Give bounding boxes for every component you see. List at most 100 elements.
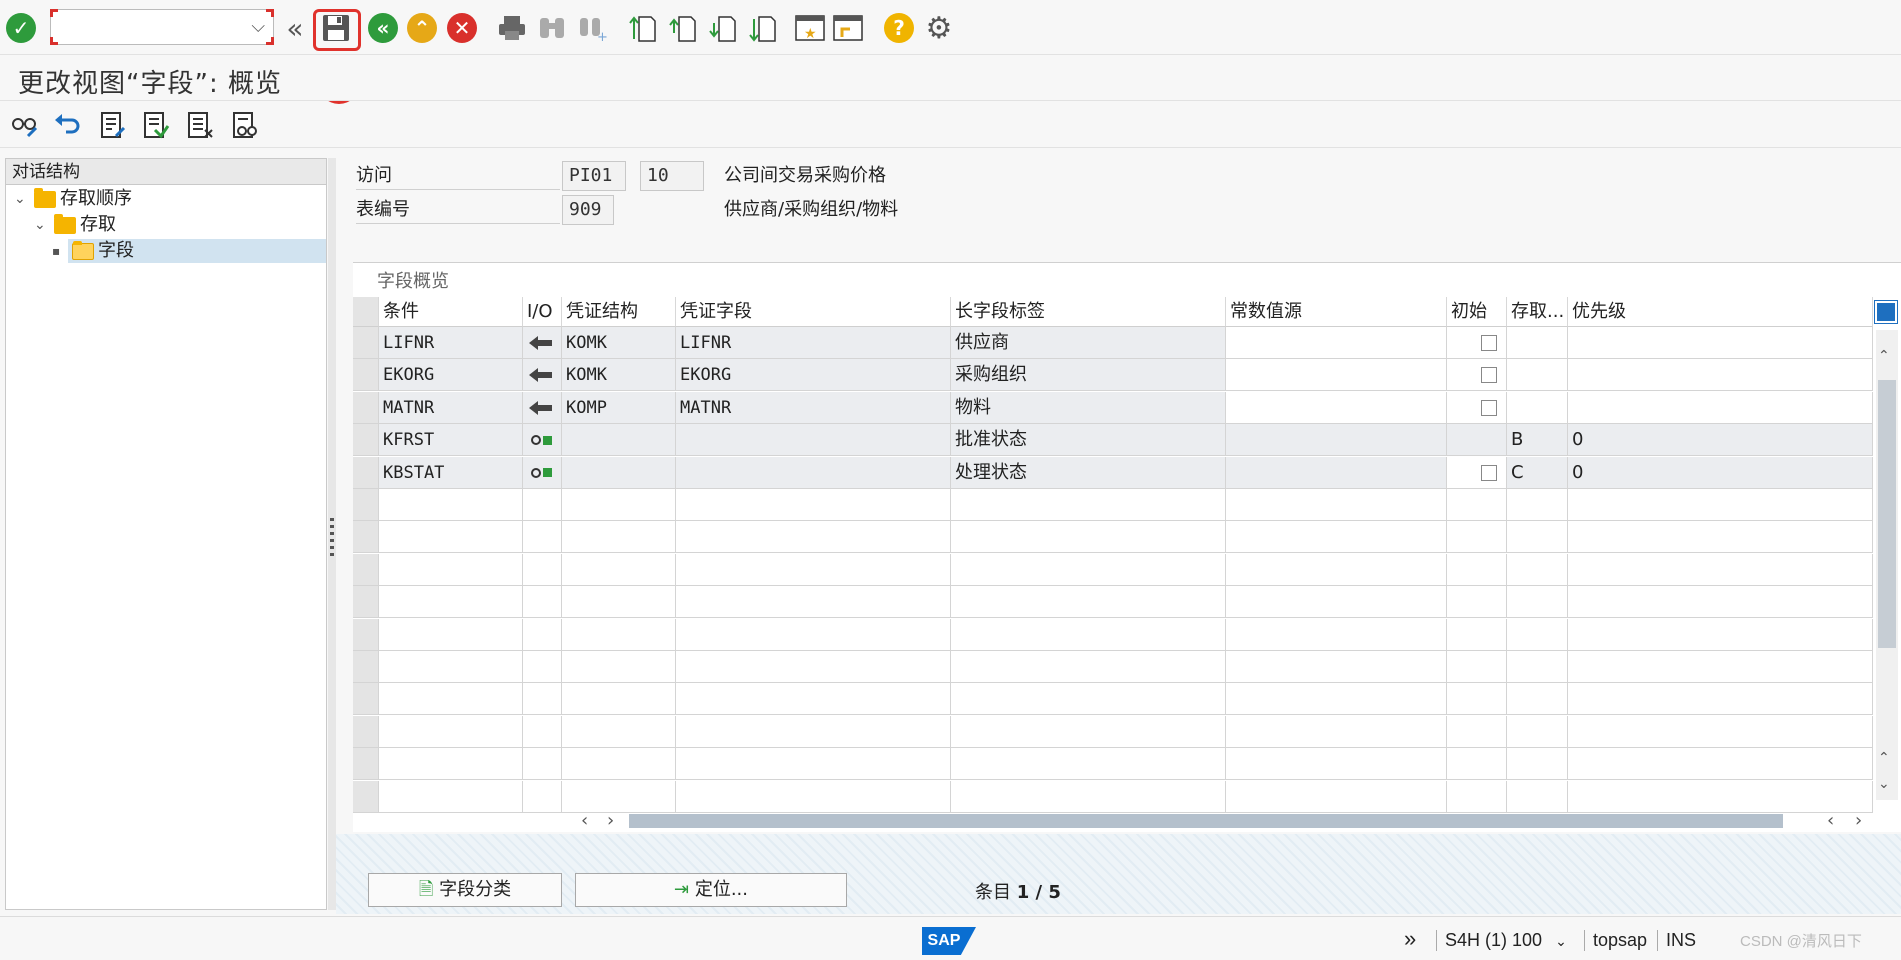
row-selector[interactable] xyxy=(353,651,379,683)
header-col-access[interactable]: 存取... xyxy=(1507,297,1568,327)
col-constant-source-cell[interactable] xyxy=(1226,424,1447,457)
col-long-label-cell[interactable] xyxy=(951,780,1226,813)
col-condition-cell[interactable] xyxy=(379,553,523,586)
col-io-cell[interactable] xyxy=(523,683,562,716)
col-access-cell[interactable] xyxy=(1507,327,1568,359)
col-initial-cell[interactable] xyxy=(1447,359,1507,392)
col-constant-source-cell[interactable] xyxy=(1226,683,1447,716)
row-selector[interactable] xyxy=(353,424,379,457)
col-doc-structure-cell[interactable] xyxy=(562,748,676,781)
col-long-label-cell[interactable] xyxy=(951,715,1226,748)
chevron-right-icon[interactable]: › xyxy=(607,810,614,831)
col-access-cell[interactable] xyxy=(1507,780,1568,813)
initial-checkbox[interactable] xyxy=(1481,335,1497,351)
col-doc-structure-cell[interactable] xyxy=(562,651,676,683)
chevron-up-icon[interactable]: ⌃ xyxy=(1878,750,1890,766)
col-doc-structure-cell[interactable] xyxy=(562,489,676,521)
enter-button[interactable]: ✓ xyxy=(4,11,38,45)
col-constant-source-cell[interactable] xyxy=(1226,327,1447,359)
header-col-constant-source[interactable]: 常数值源 xyxy=(1226,297,1447,327)
row-selector[interactable] xyxy=(353,618,379,651)
command-field[interactable]: ⌵ xyxy=(50,9,274,45)
col-priority-cell[interactable] xyxy=(1568,715,1873,748)
col-priority-cell[interactable] xyxy=(1568,683,1873,716)
col-priority-cell[interactable] xyxy=(1568,553,1873,586)
field-category-button[interactable]: 🗎 字段分类 xyxy=(368,873,562,907)
row-selector[interactable] xyxy=(353,715,379,748)
header-col-condition[interactable]: 条件 xyxy=(379,297,523,327)
prev-page-button[interactable] xyxy=(665,11,699,45)
chevron-down-icon[interactable]: ⌄ xyxy=(1878,776,1890,792)
display-change-button[interactable] xyxy=(8,108,42,142)
col-initial-cell[interactable] xyxy=(1447,683,1507,716)
col-doc-structure-cell[interactable] xyxy=(562,586,676,619)
col-priority-cell[interactable] xyxy=(1568,618,1873,651)
collapse-icon[interactable]: « xyxy=(278,11,312,45)
col-access-cell[interactable] xyxy=(1507,618,1568,651)
col-long-label-cell[interactable] xyxy=(951,521,1226,554)
initial-checkbox[interactable] xyxy=(1481,464,1497,481)
col-doc-structure-cell[interactable] xyxy=(562,553,676,586)
col-long-label-cell[interactable] xyxy=(951,748,1226,781)
next-page-button[interactable] xyxy=(705,11,739,45)
col-long-label-cell[interactable] xyxy=(951,489,1226,521)
col-doc-field-cell[interactable] xyxy=(676,651,951,683)
col-priority-cell[interactable]: 0 xyxy=(1568,424,1873,457)
col-doc-structure-cell[interactable] xyxy=(562,521,676,554)
col-access-cell[interactable] xyxy=(1507,748,1568,781)
col-constant-source-cell[interactable] xyxy=(1226,553,1447,586)
cancel-button[interactable]: ✕ xyxy=(445,11,479,45)
row-selector[interactable] xyxy=(353,391,379,424)
col-access-cell[interactable] xyxy=(1507,391,1568,424)
col-constant-source-cell[interactable] xyxy=(1226,456,1447,489)
col-doc-field-cell[interactable] xyxy=(676,521,951,554)
col-initial-cell[interactable] xyxy=(1447,456,1507,489)
col-access-cell[interactable] xyxy=(1507,683,1568,716)
col-initial-cell[interactable] xyxy=(1447,521,1507,554)
col-initial-cell[interactable] xyxy=(1447,780,1507,813)
tree-item-access-sequence[interactable]: ⌄ 存取顺序 xyxy=(14,187,132,211)
col-initial-cell[interactable] xyxy=(1447,391,1507,424)
header-col-doc-field[interactable]: 凭证字段 xyxy=(676,297,951,327)
chevron-up-icon[interactable]: ⌃ xyxy=(1878,348,1890,364)
col-condition-cell[interactable] xyxy=(379,780,523,813)
col-io-cell[interactable] xyxy=(523,521,562,554)
row-selector[interactable] xyxy=(353,586,379,619)
col-access-cell[interactable] xyxy=(1507,586,1568,619)
back-button[interactable]: « xyxy=(366,11,400,45)
row-selector[interactable] xyxy=(353,780,379,813)
chevron-down-icon[interactable]: ⌄ xyxy=(1555,933,1567,949)
col-initial-cell[interactable] xyxy=(1447,748,1507,781)
col-access-cell[interactable] xyxy=(1507,651,1568,683)
find-next-button[interactable]: + xyxy=(575,11,609,45)
col-doc-field-cell[interactable] xyxy=(676,618,951,651)
print-button[interactable] xyxy=(495,11,529,45)
last-page-button[interactable] xyxy=(745,11,779,45)
col-access-cell[interactable] xyxy=(1507,521,1568,554)
col-initial-cell[interactable] xyxy=(1447,489,1507,521)
col-initial-cell[interactable] xyxy=(1447,618,1507,651)
col-initial-cell[interactable] xyxy=(1447,651,1507,683)
col-access-cell[interactable] xyxy=(1507,359,1568,392)
header-col-long-label[interactable]: 长字段标签 xyxy=(951,297,1226,327)
col-initial-cell[interactable] xyxy=(1447,327,1507,359)
tree-item-access[interactable]: ⌄ 存取 xyxy=(34,213,116,237)
col-constant-source-cell[interactable] xyxy=(1226,586,1447,619)
row-selector[interactable] xyxy=(353,553,379,586)
col-constant-source-cell[interactable] xyxy=(1226,651,1447,683)
col-constant-source-cell[interactable] xyxy=(1226,359,1447,392)
row-selector[interactable] xyxy=(353,327,379,359)
col-doc-structure-cell[interactable] xyxy=(562,618,676,651)
col-io-cell[interactable] xyxy=(523,553,562,586)
col-condition-cell[interactable] xyxy=(379,489,523,521)
copy-as-button[interactable] xyxy=(139,108,173,142)
col-condition-cell[interactable] xyxy=(379,651,523,683)
col-initial-cell[interactable] xyxy=(1447,424,1507,457)
col-condition-cell[interactable] xyxy=(379,715,523,748)
col-doc-structure-cell[interactable] xyxy=(562,683,676,716)
new-entries-button[interactable] xyxy=(96,108,130,142)
chevron-down-icon[interactable]: ⌄ xyxy=(14,187,34,211)
col-doc-structure-cell[interactable] xyxy=(562,780,676,813)
delete-button[interactable] xyxy=(183,108,217,142)
col-constant-source-cell[interactable] xyxy=(1226,391,1447,424)
